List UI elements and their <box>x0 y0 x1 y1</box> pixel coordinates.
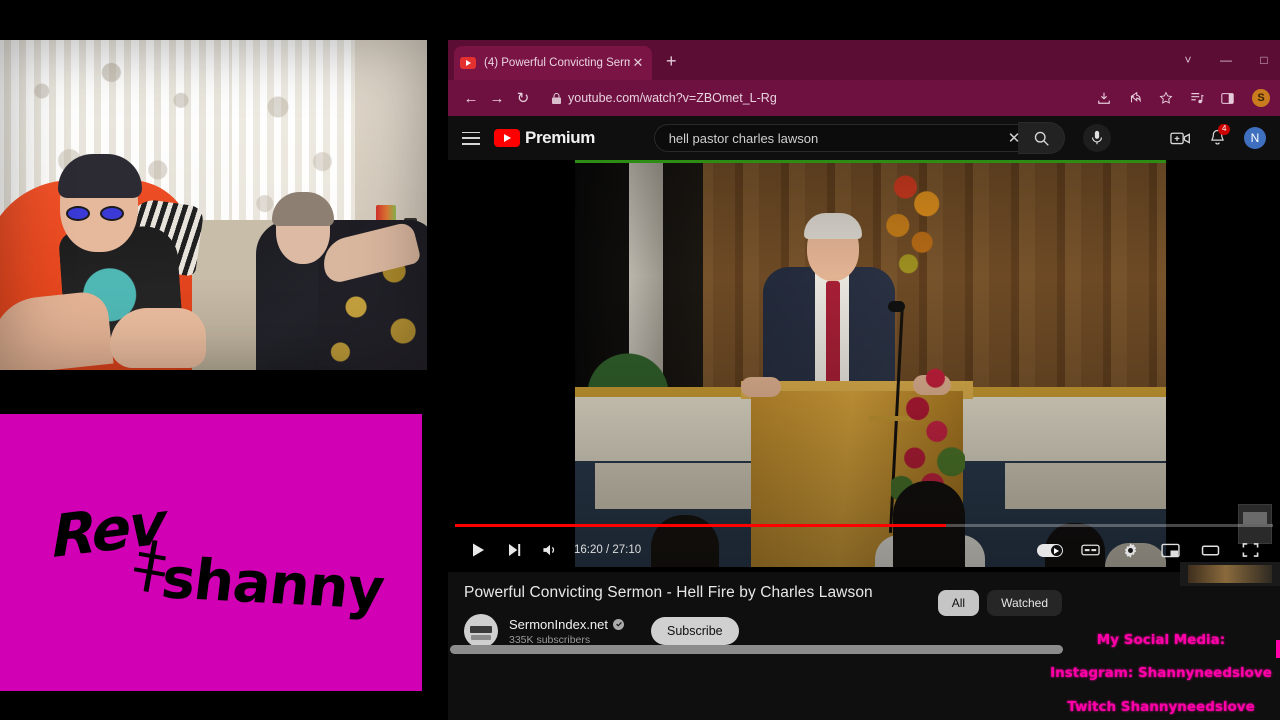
pink-edge-artifact <box>1276 640 1280 658</box>
voice-search-button[interactable] <box>1083 124 1112 152</box>
search-input[interactable]: hell pastor charles lawson <box>653 124 1026 152</box>
reload-icon[interactable]: ↻ <box>510 89 536 107</box>
browser-profile-avatar[interactable]: S <box>1252 89 1270 107</box>
player-controls: 16:20 / 27:10 <box>448 528 1280 572</box>
youtube-logo-word: Premium <box>525 128 595 147</box>
video-gradient <box>575 163 1166 567</box>
video-player[interactable]: 16:20 / 27:10 <box>448 160 1280 572</box>
search-input-value: hell pastor charles lawson <box>668 130 819 146</box>
video-time-display: 16:20 / 27:10 <box>574 544 642 556</box>
address-bar-url: youtube.com/watch?v=ZBOmet_L-Rg <box>568 91 777 105</box>
volume-button[interactable] <box>532 532 568 568</box>
video-info-section: Powerful Convicting Sermon - Hell Fire b… <box>448 562 1280 676</box>
webcam-vignette <box>0 40 427 370</box>
sidebar-icon[interactable] <box>1221 92 1239 105</box>
window-controls: ˅ — □ <box>1180 40 1272 80</box>
video-title: Powerful Convicting Sermon - Hell Fire b… <box>464 584 873 601</box>
autoplay-toggle[interactable] <box>1032 532 1068 568</box>
youtube-search-area: hell pastor charles lawson ✕ <box>609 122 1156 154</box>
minimize-icon[interactable]: — <box>1218 53 1234 67</box>
search-icon <box>1034 131 1049 146</box>
maximize-icon[interactable]: □ <box>1256 53 1272 67</box>
stream-canvas: Rev shanny (4) Powerful Convicting Sermo… <box>0 0 1280 720</box>
brand-panel: Rev shanny <box>0 410 427 695</box>
channel-info: SermonIndex.net 335K subscribers <box>509 617 625 646</box>
account-avatar[interactable]: N <box>1244 127 1266 149</box>
address-bar[interactable]: youtube.com/watch?v=ZBOmet_L-Rg <box>542 87 1085 109</box>
sidebar-video-thumbnail[interactable] <box>1180 562 1280 586</box>
video-frame[interactable] <box>575 163 1166 567</box>
video-progress-bar[interactable] <box>455 524 1273 527</box>
horizontal-scrollbar[interactable] <box>450 645 1278 654</box>
youtube-favicon-icon <box>460 57 476 69</box>
microphone-icon <box>1092 130 1103 145</box>
browser-navbar: ← → ↻ youtube.com/watch?v=ZBOmet_L-Rg S <box>448 80 1280 116</box>
brand-name-shanny: shanny <box>158 546 388 623</box>
subscriber-count: 335K subscribers <box>509 633 591 646</box>
youtube-play-icon <box>494 129 520 147</box>
create-video-icon[interactable] <box>1170 131 1191 146</box>
channel-name[interactable]: SermonIndex.net <box>509 617 608 632</box>
browser-window: (4) Powerful Convicting Sermon ✕ + ˅ — □… <box>448 40 1280 720</box>
close-tab-icon[interactable]: ✕ <box>630 55 646 71</box>
youtube-premium-logo[interactable]: Premium <box>494 128 595 148</box>
scrollbar-thumb[interactable] <box>450 645 1063 654</box>
youtube-header: Premium hell pastor charles lawson ✕ 4 N <box>448 116 1280 160</box>
verified-badge-icon <box>613 618 625 630</box>
clear-search-icon[interactable]: ✕ <box>1008 129 1021 147</box>
share-icon[interactable] <box>1128 91 1146 105</box>
chip-watched[interactable]: Watched <box>987 590 1062 616</box>
webcam-feed <box>0 40 427 370</box>
video-progress-fill <box>455 524 946 527</box>
filter-chips: All Watched <box>937 590 1062 616</box>
notification-badge: 4 <box>1218 124 1231 135</box>
youtube-header-actions: 4 N <box>1170 124 1266 149</box>
channel-row: SermonIndex.net 335K subscribers Subscri… <box>464 614 1264 648</box>
chevron-down-icon[interactable]: ˅ <box>1180 53 1196 67</box>
browser-titlebar: (4) Powerful Convicting Sermon ✕ + ˅ — □ <box>448 40 1280 80</box>
back-icon[interactable]: ← <box>458 90 484 107</box>
notifications-button[interactable]: 4 <box>1209 124 1231 147</box>
subscribe-button[interactable]: Subscribe <box>651 617 739 645</box>
lock-icon <box>552 92 561 104</box>
play-button[interactable] <box>460 532 496 568</box>
browser-tab-title: (4) Powerful Convicting Sermon <box>484 57 630 69</box>
browser-toolbar-actions: S <box>1091 89 1270 107</box>
channel-avatar[interactable] <box>464 614 498 648</box>
next-video-button[interactable] <box>496 532 532 568</box>
download-icon[interactable] <box>1097 91 1115 105</box>
forward-icon[interactable]: → <box>484 90 510 107</box>
search-button[interactable] <box>1018 122 1066 154</box>
browser-tab[interactable]: (4) Powerful Convicting Sermon ✕ <box>454 46 652 80</box>
settings-gear-icon[interactable] <box>1112 532 1148 568</box>
channel-name-row: SermonIndex.net <box>509 617 625 632</box>
youtube-page: Premium hell pastor charles lawson ✕ 4 N… <box>448 116 1280 720</box>
chip-all[interactable]: All <box>937 590 980 616</box>
reading-list-icon[interactable] <box>1190 91 1208 105</box>
new-tab-button[interactable]: + <box>666 52 677 70</box>
guide-menu-icon[interactable] <box>462 131 480 145</box>
bookmark-star-icon[interactable] <box>1159 91 1177 105</box>
captions-button[interactable] <box>1072 532 1108 568</box>
